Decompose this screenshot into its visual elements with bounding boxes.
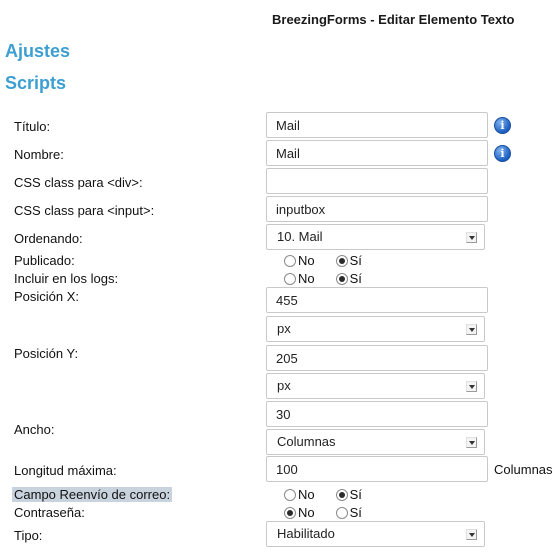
ancho-unit-value: Columnas bbox=[277, 434, 336, 449]
radio-si[interactable] bbox=[335, 488, 348, 501]
longitud-suffix: Columnas bbox=[494, 462, 553, 477]
publicado-si-option[interactable]: Sí bbox=[335, 253, 362, 268]
longitud-input[interactable] bbox=[266, 456, 488, 482]
info-icon[interactable]: i bbox=[494, 117, 511, 134]
css-div-input[interactable] bbox=[266, 168, 488, 194]
ordenando-select[interactable]: 10. Mail bbox=[266, 224, 485, 250]
contrasena-si-option[interactable]: Sí bbox=[335, 505, 362, 520]
pos-y-label: Posición Y: bbox=[14, 346, 79, 361]
section-scripts[interactable]: Scripts bbox=[5, 73, 66, 94]
reenvio-radio-group: No Sí bbox=[284, 487, 362, 502]
pos-y-unit-select[interactable]: px bbox=[266, 373, 485, 399]
contrasena-label: Contraseña: bbox=[14, 505, 85, 520]
ordenando-value: 10. Mail bbox=[277, 229, 323, 244]
longitud-label: Longitud máxima: bbox=[14, 463, 117, 478]
chevron-down-icon bbox=[466, 381, 477, 392]
page-title: BreezingForms - Editar Elemento Texto bbox=[272, 12, 515, 27]
chevron-down-icon bbox=[466, 232, 477, 243]
radio-no-label: No bbox=[298, 505, 315, 520]
pos-x-input[interactable] bbox=[266, 287, 488, 313]
pos-y-unit-value: px bbox=[277, 378, 291, 393]
tipo-select[interactable]: Habilitado bbox=[266, 521, 485, 547]
pos-x-unit-value: px bbox=[277, 321, 291, 336]
radio-no[interactable] bbox=[284, 488, 296, 501]
ordenando-label: Ordenando: bbox=[14, 231, 83, 246]
css-div-label: CSS class para <div>: bbox=[14, 175, 143, 190]
chevron-down-icon bbox=[466, 324, 477, 335]
radio-no[interactable] bbox=[284, 272, 296, 285]
radio-si-label: Sí bbox=[349, 271, 362, 286]
radio-si[interactable] bbox=[335, 254, 348, 267]
radio-no-label: No bbox=[298, 271, 315, 286]
publicado-no-option[interactable]: No bbox=[284, 253, 315, 268]
nombre-input[interactable] bbox=[266, 140, 488, 166]
tipo-label: Tipo: bbox=[14, 528, 43, 543]
radio-si[interactable] bbox=[335, 272, 348, 285]
reenvio-si-option[interactable]: Sí bbox=[335, 487, 362, 502]
css-input-label: CSS class para <input>: bbox=[14, 203, 155, 218]
radio-si[interactable] bbox=[335, 506, 348, 519]
logs-radio-group: No Sí bbox=[284, 271, 362, 286]
ancho-label: Ancho: bbox=[14, 422, 55, 437]
reenvio-no-option[interactable]: No bbox=[284, 487, 315, 502]
ancho-unit-select[interactable]: Columnas bbox=[266, 429, 485, 455]
pos-y-input[interactable] bbox=[266, 345, 488, 371]
reenvio-label: Campo Reenvío de correo: bbox=[12, 487, 173, 502]
chevron-down-icon bbox=[466, 437, 477, 448]
radio-si-label: Sí bbox=[349, 487, 362, 502]
publicado-radio-group: No Sí bbox=[284, 253, 362, 268]
radio-no-label: No bbox=[298, 253, 315, 268]
radio-si-label: Sí bbox=[349, 505, 362, 520]
tipo-value: Habilitado bbox=[277, 526, 335, 541]
pos-x-unit-select[interactable]: px bbox=[266, 316, 485, 342]
logs-si-option[interactable]: Sí bbox=[335, 271, 362, 286]
logs-no-option[interactable]: No bbox=[284, 271, 315, 286]
pos-x-label: Posición X: bbox=[14, 289, 80, 304]
nombre-label: Nombre: bbox=[14, 147, 64, 162]
publicado-label: Publicado: bbox=[14, 253, 75, 268]
titulo-input[interactable] bbox=[266, 112, 488, 138]
radio-no[interactable] bbox=[284, 254, 296, 267]
titulo-label: Título: bbox=[14, 119, 51, 134]
radio-no[interactable] bbox=[284, 506, 296, 519]
contrasena-radio-group: No Sí bbox=[284, 505, 362, 520]
radio-no-label: No bbox=[298, 487, 315, 502]
chevron-down-icon bbox=[466, 529, 477, 540]
ancho-input[interactable] bbox=[266, 401, 488, 427]
radio-si-label: Sí bbox=[349, 253, 362, 268]
logs-label: Incluir en los logs: bbox=[14, 271, 119, 286]
section-ajustes[interactable]: Ajustes bbox=[5, 41, 70, 62]
contrasena-no-option[interactable]: No bbox=[284, 505, 315, 520]
info-icon[interactable]: i bbox=[494, 145, 511, 162]
css-input-field[interactable] bbox=[266, 196, 488, 222]
